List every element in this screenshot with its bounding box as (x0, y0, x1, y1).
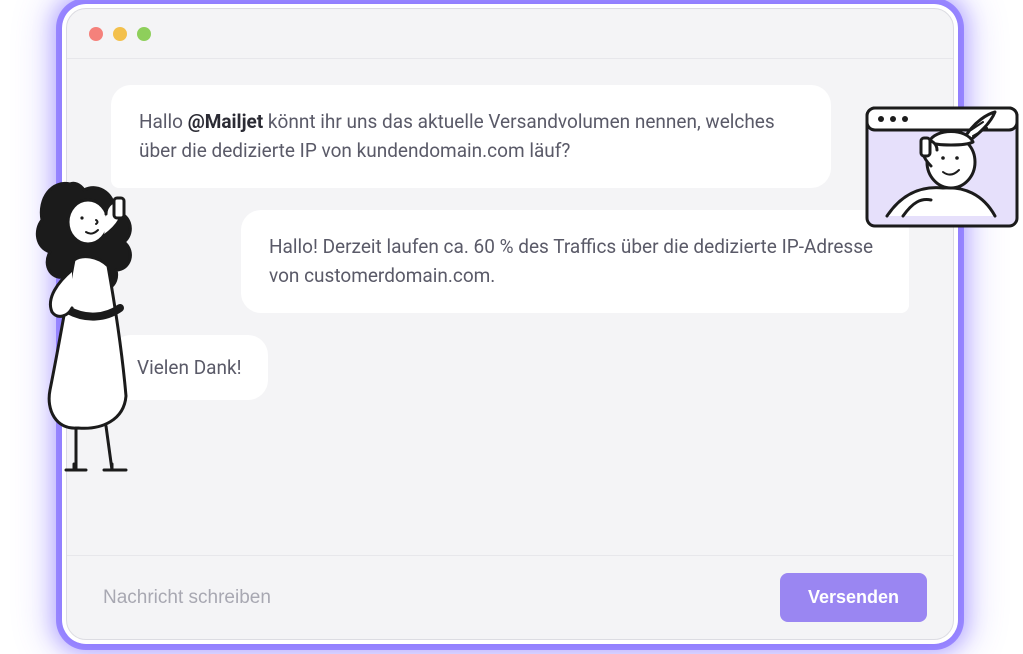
chat-window: Hallo @Mailjet könnt ihr uns das aktuell… (66, 8, 954, 640)
send-button[interactable]: Versenden (780, 573, 927, 622)
message-input[interactable] (103, 587, 780, 609)
window-titlebar (67, 9, 953, 59)
message-composer: Versenden (67, 555, 953, 639)
message-incoming-1: Hallo @Mailjet könnt ihr uns das aktuell… (111, 85, 831, 188)
message-text: Hallo! Derzeit laufen ca. 60 % des Traff… (269, 235, 873, 287)
window-close-icon[interactable] (89, 27, 103, 41)
message-incoming-2: Vielen Dank! (111, 335, 268, 400)
message-text: Vielen Dank! (137, 356, 242, 379)
window-minimize-icon[interactable] (113, 27, 127, 41)
mention-mailjet[interactable]: @Mailjet (188, 110, 264, 133)
message-outgoing-1: Hallo! Derzeit laufen ca. 60 % des Traff… (241, 210, 909, 313)
message-text-prefix: Hallo (139, 110, 188, 133)
chat-thread: Hallo @Mailjet könnt ihr uns das aktuell… (67, 59, 953, 555)
window-maximize-icon[interactable] (137, 27, 151, 41)
